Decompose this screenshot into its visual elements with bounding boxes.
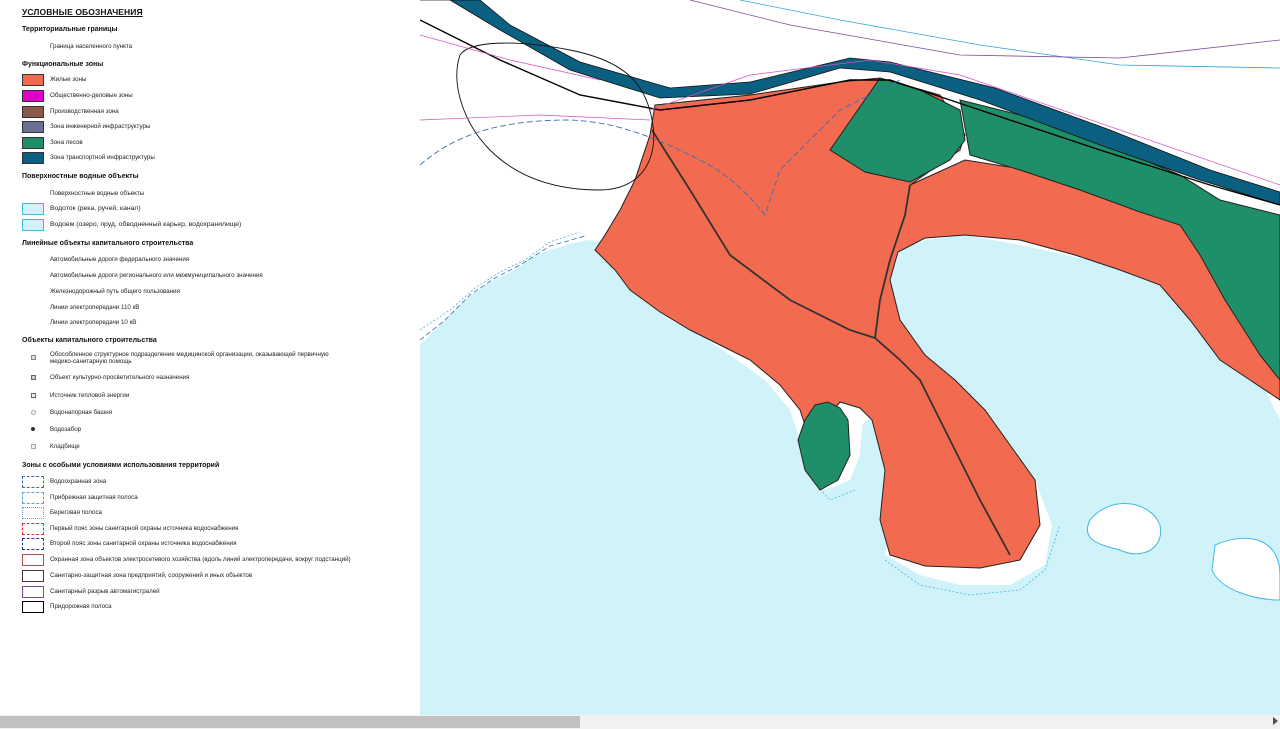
legend-item-water-tower: Водонапорная башня [22, 407, 420, 421]
reservoir-swatch [22, 219, 44, 231]
transport-swatch [22, 152, 44, 164]
engineering-swatch [22, 121, 44, 133]
legend-item-surface-water: Поверхностные водные объекты [50, 190, 145, 197]
power-line-110 [739, 0, 1280, 69]
legend-section-functional: Функциональные зоны [22, 61, 104, 68]
legend-section-special: Зоны с особыми условиями использования т… [22, 462, 220, 469]
settlement-border [456, 42, 655, 191]
legend-item-roadside-strip: Придорожная полоса [22, 601, 420, 615]
legend-item-water-protection: Водоохранная зона [22, 476, 420, 490]
watercourse-swatch [22, 203, 44, 215]
legend-item-cemetery: Кладбище [22, 441, 420, 455]
legend-item-sanitary-protection: Санитарно-защитная зона предприятий, соо… [22, 570, 420, 584]
water-intake-icon [31, 427, 35, 431]
heat-source-icon [31, 393, 36, 398]
legend-section-linear: Линейные объекты капитального строительс… [22, 240, 194, 247]
legend-item-transport: Зона транспортной инфраструктуры [22, 152, 420, 166]
water-tower-icon [31, 410, 36, 415]
legend-item-industrial: Производственная зона [22, 106, 420, 120]
legend-item-power-10: Линии электропередачи 10 кВ [50, 319, 137, 326]
legend-item-power-protection: Охранная зона объектов электросетевого х… [22, 554, 420, 568]
sanitary-protection-zone-icon [22, 570, 44, 582]
scrollbar-thumb[interactable] [0, 716, 580, 728]
horizontal-scrollbar[interactable] [0, 715, 1280, 729]
legend-item-regional-road: Автомобильные дороги регионального или м… [50, 272, 263, 279]
legend-item-public: Общественно-деловые зоны [22, 90, 420, 104]
legend-item-highway-gap: Санитарный разрыв автомагистралей [22, 586, 420, 600]
highway-gap-icon [22, 586, 44, 598]
legend-title: УСЛОВНЫЕ ОБОЗНАЧЕНИЯ [22, 7, 143, 17]
water-protection-zone-icon [22, 476, 44, 488]
legend-item-railway: Железнодорожный путь общего пользования [50, 288, 180, 295]
legend-item-forest: Зона лесов [22, 137, 420, 151]
legend-item-culture: Объект культурно-просветительного назнач… [22, 372, 420, 386]
legend-item-federal-road: Автомобильные дороги федерального значен… [50, 256, 190, 263]
roadside-strip-icon [22, 601, 44, 613]
legend-section-territorial: Территориальные границы [22, 26, 118, 33]
cemetery-icon [31, 444, 36, 449]
sanitary-belt-2-icon [22, 538, 44, 550]
industrial-swatch [22, 106, 44, 118]
legend-item-power-110: Линии электропередачи 110 кВ [50, 304, 140, 311]
legend-item-residential: Жилые зоны [22, 74, 420, 88]
legend-item-shore-strip: Береговая полоса [22, 507, 420, 521]
legend-item-sanitary-2: Второй пояс зоны санитарной охраны источ… [22, 538, 420, 552]
legend-item-heat-source: Источник тепловой энергии [22, 390, 420, 404]
culture-icon [31, 375, 36, 380]
map-legend: УСЛОВНЫЕ ОБОЗНАЧЕНИЯ Территориальные гра… [0, 0, 420, 715]
legend-item-sanitary-1: Первый пояс зоны санитарной охраны источ… [22, 523, 420, 537]
public-swatch [22, 90, 44, 102]
sanitary-gap-line [689, 0, 1280, 59]
legend-section-objects: Объекты капитального строительства [22, 337, 157, 344]
coastal-protection-icon [22, 492, 44, 504]
medical-icon [31, 355, 36, 360]
shore-strip-icon [22, 507, 44, 519]
legend-item-reservoir: Водоем (озеро, пруд, обводненный карьер,… [22, 219, 420, 233]
scroll-right-arrow-icon[interactable] [1273, 717, 1278, 725]
legend-item-water-intake: Водозабор [22, 424, 420, 438]
legend-item-engineering: Зона инженерной инфраструктуры [22, 121, 420, 135]
residential-swatch [22, 74, 44, 86]
map-svg [420, 0, 1280, 715]
forest-swatch [22, 137, 44, 149]
legend-section-water: Поверхностные водные объекты [22, 173, 139, 180]
sanitary-belt-1-icon [22, 523, 44, 535]
power-protection-zone-icon [22, 554, 44, 566]
legend-item-medical: Обособленное структурное подразделение м… [22, 351, 420, 366]
legend-item-coastal-protection: Прибрежная защитная полоса [22, 492, 420, 506]
legend-item-watercourse: Водоток (река, ручей, канал) [22, 203, 420, 217]
legend-item-settlement-border: Граница населенного пункта [50, 43, 133, 50]
map-canvas[interactable] [420, 0, 1280, 715]
